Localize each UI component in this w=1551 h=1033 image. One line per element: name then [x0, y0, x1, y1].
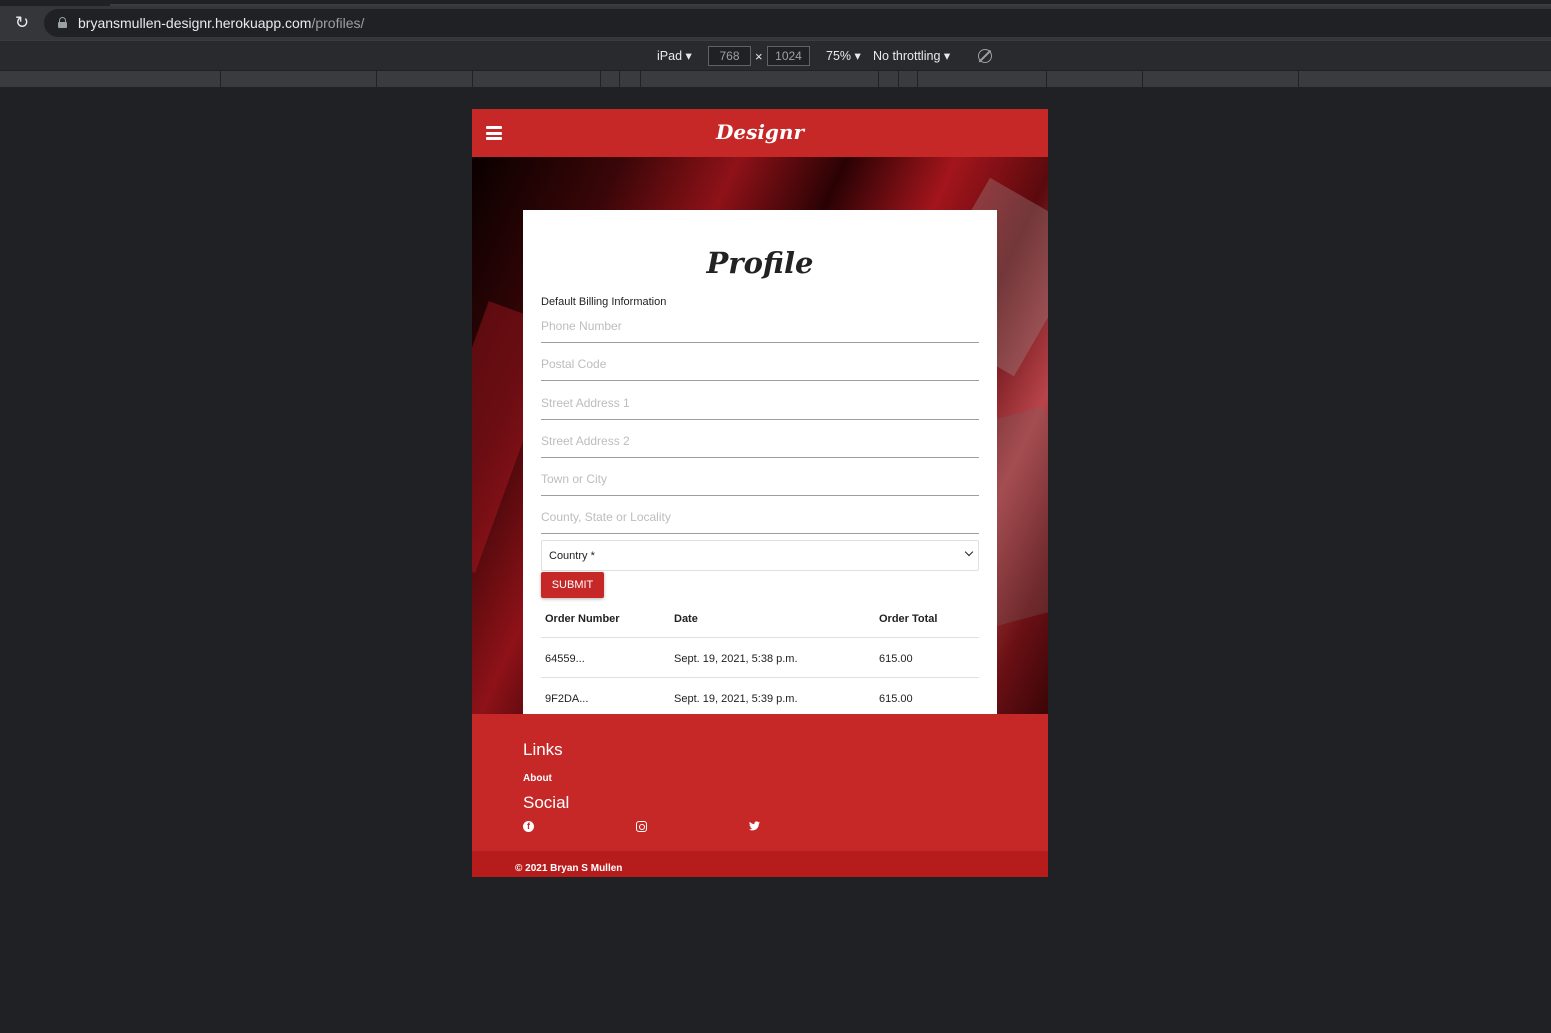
- billing-section-label: Default Billing Information: [541, 296, 667, 308]
- page-viewport: Designr Profile Default Billing Informat…: [472, 109, 1048, 877]
- social-heading: Social: [523, 793, 570, 812]
- device-select[interactable]: iPad ▾: [657, 48, 692, 63]
- footer: Links About Social f: [472, 714, 1048, 851]
- profile-card: Profile Default Billing Information Phon…: [523, 210, 997, 714]
- url-text[interactable]: bryansmullen-designr.herokuapp.com/profi…: [78, 15, 364, 31]
- device-toolbar: iPad ▾ 768 × 1024 75% ▾ No throttling ▾: [0, 40, 1551, 70]
- rotate-icon[interactable]: [978, 49, 992, 63]
- width-input[interactable]: 768: [708, 46, 751, 66]
- omnibox[interactable]: bryansmullen-designr.herokuapp.com/profi…: [44, 9, 1551, 37]
- order-date: Sept. 19, 2021, 5:38 p.m.: [674, 653, 798, 665]
- throttling-select[interactable]: No throttling ▾: [873, 48, 950, 63]
- header-order-total: Order Total: [879, 613, 938, 625]
- order-number-link[interactable]: 9F2DA...: [545, 693, 588, 705]
- phone-number-field[interactable]: Phone Number: [541, 313, 979, 343]
- table-row: 64559... Sept. 19, 2021, 5:38 p.m. 615.0…: [541, 638, 979, 678]
- submit-button[interactable]: SUBMIT: [541, 572, 604, 598]
- instagram-icon[interactable]: [636, 821, 647, 832]
- throttling-label: No throttling: [873, 49, 941, 63]
- zoom-label: 75%: [826, 49, 852, 63]
- dimension-separator: ×: [755, 49, 763, 64]
- order-history-table: Order Number Date Order Total 64559... S…: [541, 606, 979, 714]
- order-total: 615.00: [879, 653, 913, 665]
- navbar: Designr: [472, 109, 1048, 157]
- copyright-text: © 2021 Bryan S Mullen: [515, 863, 623, 874]
- reload-icon[interactable]: ↻: [13, 14, 31, 32]
- county-state-field[interactable]: County, State or Locality: [541, 504, 979, 534]
- country-select-value: Country *: [549, 550, 595, 562]
- media-query-bar[interactable]: [0, 70, 1551, 87]
- height-input[interactable]: 1024: [767, 46, 810, 66]
- country-select[interactable]: Country *: [541, 540, 979, 571]
- header-order-number: Order Number: [545, 613, 620, 625]
- hero-background: Profile Default Billing Information Phon…: [472, 157, 1048, 714]
- about-link[interactable]: About: [523, 773, 552, 784]
- header-date: Date: [674, 613, 698, 625]
- town-city-field[interactable]: Town or City: [541, 466, 979, 496]
- address-bar: ↻ bryansmullen-designr.herokuapp.com/pro…: [0, 6, 1551, 40]
- links-heading: Links: [523, 740, 563, 759]
- table-row: 9F2DA... Sept. 19, 2021, 5:39 p.m. 615.0…: [541, 678, 979, 714]
- order-date: Sept. 19, 2021, 5:39 p.m.: [674, 693, 798, 705]
- street-address-1-field[interactable]: Street Address 1: [541, 390, 979, 420]
- order-number-link[interactable]: 64559...: [545, 653, 585, 665]
- page-title: Profile: [706, 246, 814, 280]
- twitter-icon[interactable]: [749, 821, 760, 832]
- street-address-2-field[interactable]: Street Address 2: [541, 428, 979, 458]
- table-header-row: Order Number Date Order Total: [541, 606, 979, 638]
- facebook-icon[interactable]: f: [523, 821, 534, 832]
- chevron-down-icon: [964, 547, 974, 557]
- url-path: /profiles/: [311, 15, 365, 31]
- copyright-bar: © 2021 Bryan S Mullen: [472, 851, 1048, 877]
- device-label: iPad: [657, 49, 683, 63]
- lock-icon[interactable]: [58, 17, 67, 28]
- brand-logo[interactable]: Designr: [472, 120, 1048, 144]
- zoom-select[interactable]: 75% ▾: [826, 48, 861, 63]
- postal-code-field[interactable]: Postal Code: [541, 351, 979, 381]
- url-host: bryansmullen-designr.herokuapp.com: [78, 15, 312, 31]
- order-total: 615.00: [879, 693, 913, 705]
